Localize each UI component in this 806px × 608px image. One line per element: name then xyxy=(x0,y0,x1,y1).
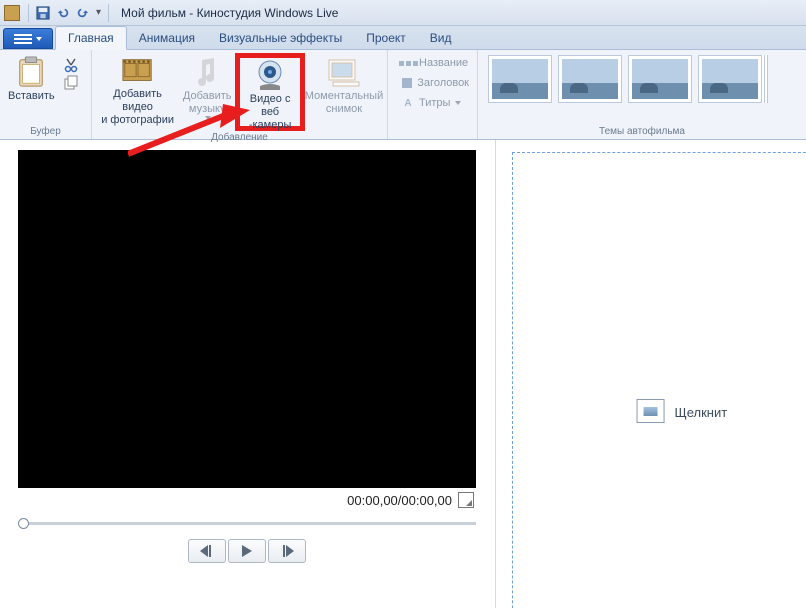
divider xyxy=(28,4,29,22)
fullscreen-button[interactable] xyxy=(458,492,474,508)
ribbon-group-add: Добавить видео и фотографии Добавить муз… xyxy=(92,50,388,139)
snapshot-label: Моментальный снимок xyxy=(305,90,383,116)
ribbon-group-text: Название Заголовок Титры xyxy=(388,50,478,139)
webcam-video-button[interactable]: Видео с веб -камеры xyxy=(235,53,305,131)
storyboard-pane[interactable]: Щелкнит xyxy=(495,140,806,608)
tab-visual-effects[interactable]: Визуальные эффекты xyxy=(207,27,354,49)
divider xyxy=(108,4,109,22)
credits-button[interactable]: Титры xyxy=(396,93,473,113)
music-note-icon xyxy=(192,56,222,88)
file-tab[interactable] xyxy=(3,28,53,49)
chevron-down-icon xyxy=(205,116,211,120)
credits-label: Титры xyxy=(419,97,450,109)
qat-dropdown[interactable]: ▾ xyxy=(93,7,104,18)
add-music-label: Добавить музыку xyxy=(183,90,232,116)
ribbon: Вставить Буфер Добавить видео xyxy=(0,50,806,140)
tab-project[interactable]: Проект xyxy=(354,27,418,49)
storyboard-dropzone[interactable]: Щелкнит xyxy=(512,152,806,608)
window-title: Мой фильм - Киностудия Windows Live xyxy=(121,6,338,20)
preview-pane: 00:00,00/00:00,00 xyxy=(0,140,495,608)
caption-button[interactable]: Заголовок xyxy=(396,73,473,93)
menu-icon xyxy=(14,38,32,40)
titlebar: ▾ Мой фильм - Киностудия Windows Live xyxy=(0,0,806,26)
hint-text: Щелкнит xyxy=(675,405,728,420)
theme-thumbnail[interactable] xyxy=(488,55,552,103)
theme-thumbnail[interactable] xyxy=(558,55,622,103)
ribbon-group-themes: Темы автофильма xyxy=(478,50,806,139)
theme-thumbnail[interactable] xyxy=(628,55,692,103)
content-area: 00:00,00/00:00,00 Щелкнит xyxy=(0,140,806,608)
storyboard-hint: Щелкнит xyxy=(639,401,728,423)
caption-label: Заголовок xyxy=(417,77,469,89)
seek-slider[interactable] xyxy=(18,512,476,535)
tab-main[interactable]: Главная xyxy=(55,26,127,50)
copy-icon[interactable] xyxy=(63,75,79,91)
photo-stack-icon xyxy=(639,401,665,423)
time-row: 00:00,00/00:00,00 xyxy=(18,488,476,512)
play-button[interactable] xyxy=(228,539,266,563)
add-music-button[interactable]: Добавить музыку xyxy=(179,53,235,123)
cut-icon[interactable] xyxy=(63,57,79,73)
snapshot-icon xyxy=(327,57,361,87)
themes-gallery[interactable] xyxy=(482,53,802,103)
chevron-down-icon xyxy=(455,101,461,105)
add-video-label: Добавить видео и фотографии xyxy=(100,88,175,128)
title-btn-label: Название xyxy=(419,57,468,69)
webcam-label: Видео с веб -камеры xyxy=(240,93,300,133)
clipboard-icon xyxy=(16,56,46,88)
tab-view[interactable]: Вид xyxy=(418,27,464,49)
next-frame-button[interactable] xyxy=(268,539,306,563)
redo-button[interactable] xyxy=(74,4,92,22)
undo-button[interactable] xyxy=(54,4,72,22)
theme-thumbnail[interactable] xyxy=(698,55,762,103)
playback-controls xyxy=(18,535,476,567)
ribbon-group-clipboard: Вставить Буфер xyxy=(0,50,92,139)
video-preview[interactable] xyxy=(18,150,476,488)
paste-button[interactable]: Вставить xyxy=(4,53,59,123)
group-label-themes: Темы автофильма xyxy=(482,125,802,137)
title-button[interactable]: Название xyxy=(396,53,473,73)
app-icon xyxy=(4,5,20,21)
film-strip-icon xyxy=(121,55,155,87)
previous-frame-button[interactable] xyxy=(188,539,226,563)
group-label-text xyxy=(392,136,473,137)
group-label-buffer: Буфер xyxy=(4,125,87,137)
add-video-photo-button[interactable]: Добавить видео и фотографии xyxy=(96,53,179,123)
tab-animation[interactable]: Анимация xyxy=(127,27,207,49)
ribbon-tabs: Главная Анимация Визуальные эффекты Прое… xyxy=(0,26,806,50)
chevron-down-icon xyxy=(36,37,42,41)
time-display: 00:00,00/00:00,00 xyxy=(347,493,452,508)
seek-thumb[interactable] xyxy=(18,518,29,529)
snapshot-button[interactable]: Моментальный снимок xyxy=(305,53,383,123)
save-button[interactable] xyxy=(34,4,52,22)
webcam-icon xyxy=(253,58,287,92)
paste-label: Вставить xyxy=(8,90,55,103)
